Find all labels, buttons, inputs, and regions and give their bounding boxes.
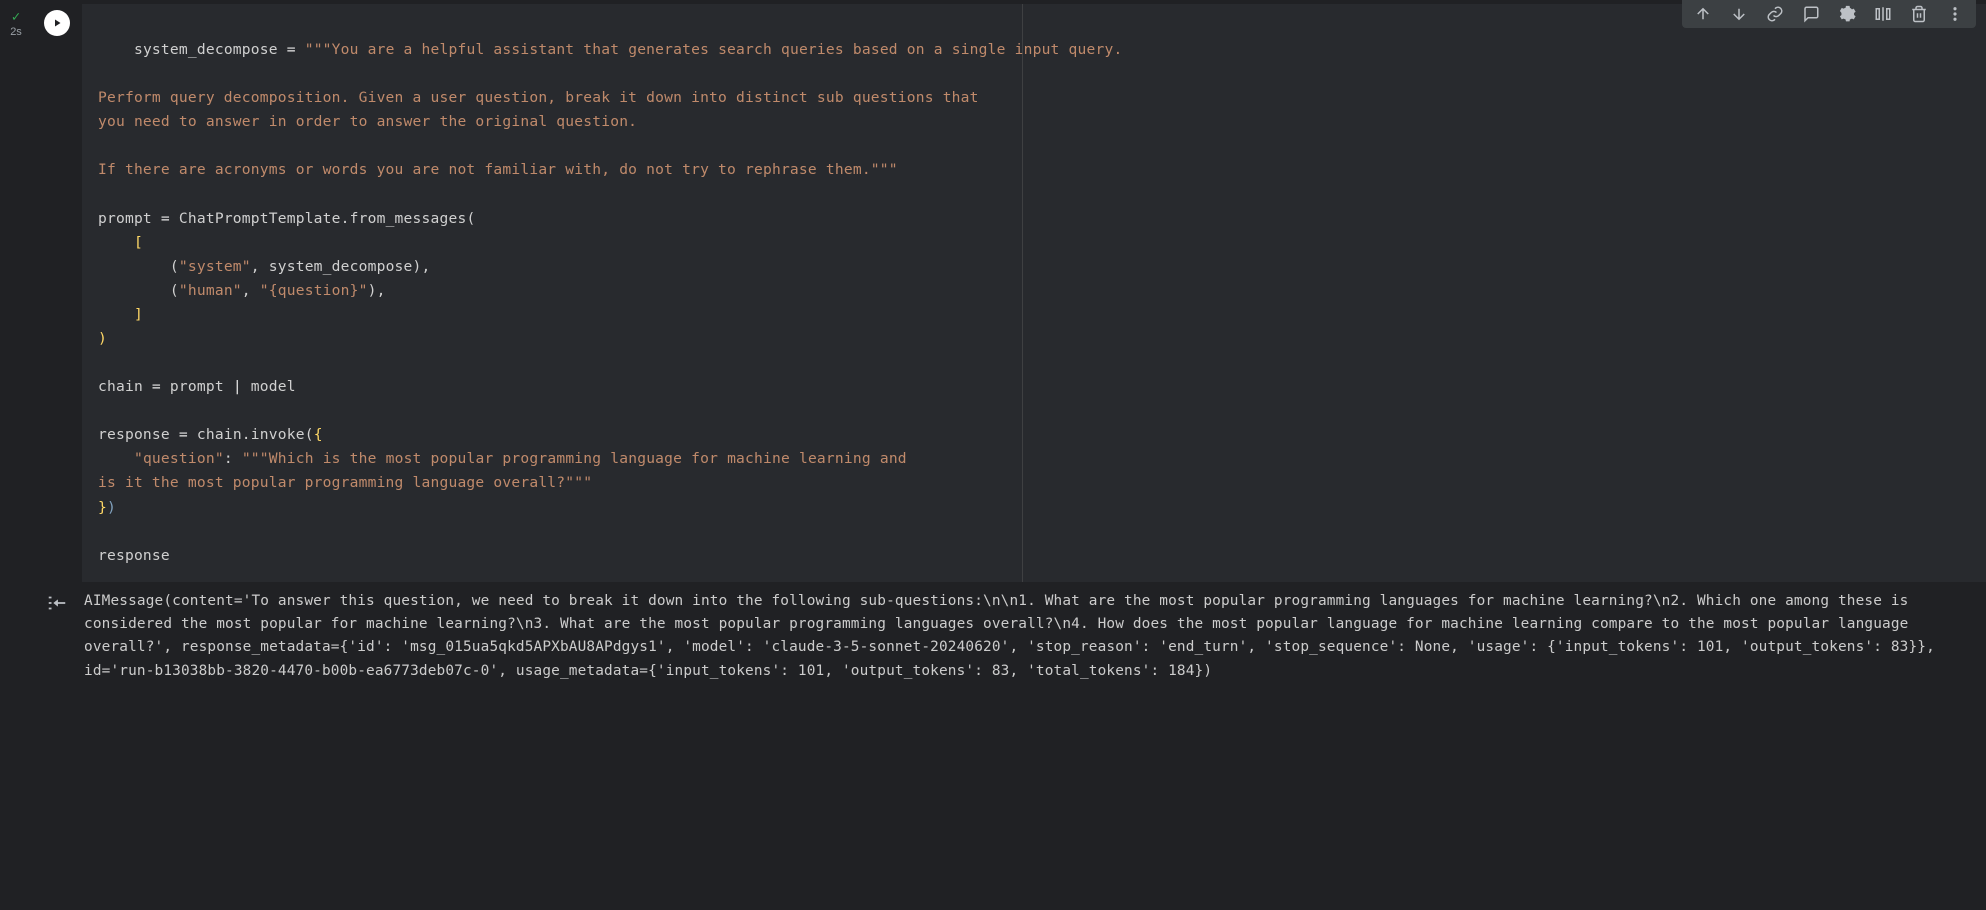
code-token: """You are a helpful assistant that gene… [296, 41, 1123, 58]
code-token: system_decompose [134, 41, 287, 58]
output-arrow-icon[interactable] [46, 592, 68, 693]
output-row: AIMessage(content='To answer this questi… [0, 582, 1986, 693]
code-token: Perform query decomposition. Given a use… [98, 89, 979, 106]
code-token: = [161, 210, 170, 227]
code-token: """Which is the most popular programming… [242, 450, 907, 467]
code-token: = [287, 41, 296, 58]
code-token: : [224, 450, 242, 467]
output-icon-col [32, 588, 82, 693]
link-icon[interactable] [1766, 5, 1784, 23]
mirror-icon[interactable] [1874, 5, 1892, 23]
gear-icon[interactable] [1838, 5, 1856, 23]
trash-icon[interactable] [1910, 5, 1928, 23]
code-cell: ✓ 2s system_decompose = """You are a hel… [0, 0, 1986, 582]
code-token: chain [98, 378, 152, 395]
cell-toolbar [1682, 0, 1976, 28]
check-icon: ✓ [12, 10, 20, 24]
code-token: model [242, 378, 296, 395]
code-token: = [179, 426, 188, 443]
code-token: | [233, 378, 242, 395]
code-token [98, 450, 134, 467]
code-token: , [242, 282, 260, 299]
code-token: ] [98, 306, 143, 323]
code-token: , system_decompose), [251, 258, 431, 275]
code-token: response [98, 547, 170, 564]
code-token: [ [98, 234, 143, 251]
code-token: prompt [98, 210, 161, 227]
code-token: If there are acronyms or words you are n… [98, 161, 898, 178]
code-token: response [98, 426, 179, 443]
code-token: chain.invoke( [188, 426, 314, 443]
output-gutter [0, 588, 32, 693]
execution-time: 2s [10, 26, 22, 38]
comment-icon[interactable] [1802, 5, 1820, 23]
play-icon [51, 17, 63, 29]
code-token: ChatPromptTemplate.from_messages( [170, 210, 476, 227]
code-token: } [98, 499, 107, 516]
code-editor[interactable]: system_decompose = """You are a helpful … [82, 4, 1986, 582]
output-text: AIMessage(content='To answer this questi… [82, 588, 1986, 693]
code-token: "system" [179, 258, 251, 275]
code-token: is it the most popular programming langu… [98, 474, 592, 491]
run-column [32, 4, 82, 582]
code-token: "human" [179, 282, 242, 299]
code-token: "question" [134, 450, 224, 467]
run-button[interactable] [44, 10, 70, 36]
code-token: { [314, 426, 323, 443]
arrow-up-icon[interactable] [1694, 5, 1712, 23]
code-token: ) [107, 499, 116, 516]
code-token: you need to answer in order to answer th… [98, 113, 637, 130]
ruler-line [1022, 4, 1023, 582]
code-token: prompt [161, 378, 233, 395]
code-token: ( [98, 282, 179, 299]
code-token: ), [368, 282, 386, 299]
code-token: = [152, 378, 161, 395]
code-token: "{question}" [260, 282, 368, 299]
code-token: ( [98, 258, 179, 275]
arrow-down-icon[interactable] [1730, 5, 1748, 23]
code-token: ) [98, 330, 107, 347]
gutter: ✓ 2s [0, 4, 32, 582]
more-icon[interactable] [1946, 5, 1964, 23]
